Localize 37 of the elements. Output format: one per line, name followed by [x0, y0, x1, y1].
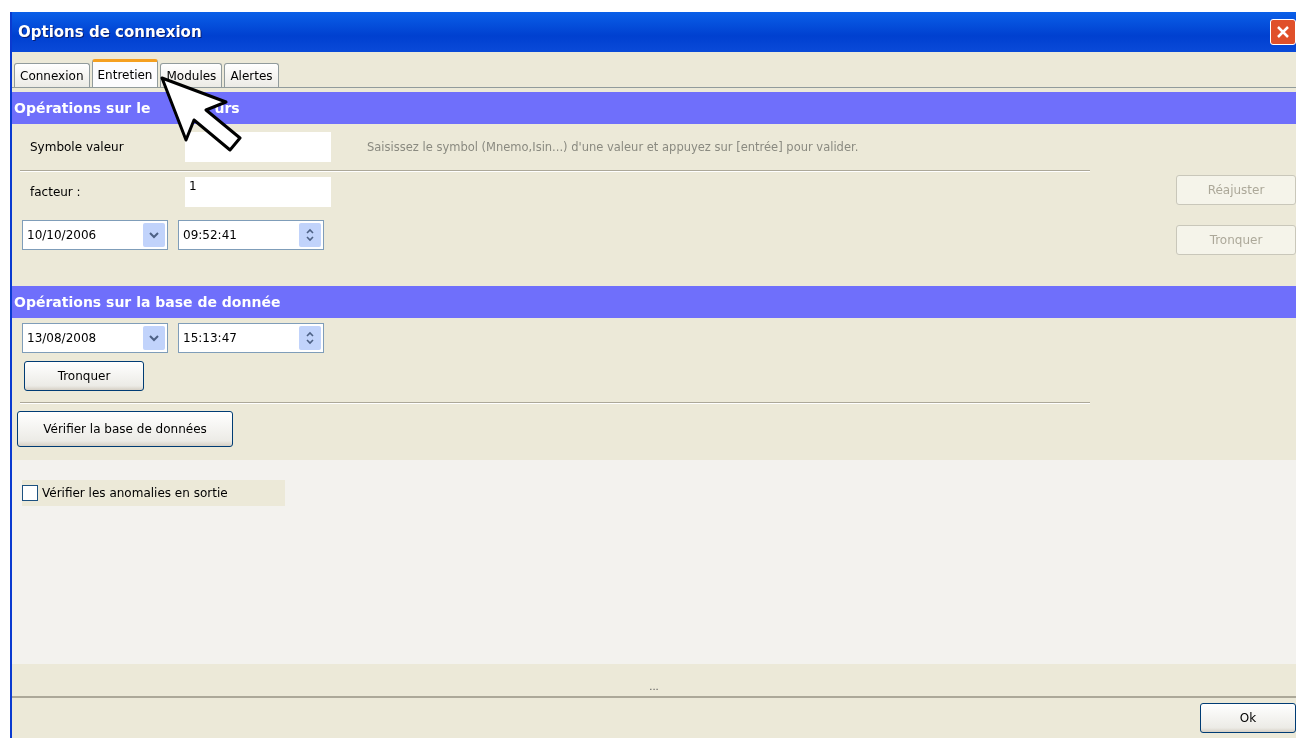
verify-database-button[interactable]: Vérifier la base de données [17, 411, 233, 447]
tab[interactable]: Alertes [224, 63, 279, 87]
date-picker[interactable]: 13/08/2008 [22, 323, 168, 353]
checkbox-label: Vérifier les anomalies en sortie [42, 486, 228, 500]
dropdown-button[interactable] [143, 223, 165, 247]
status-text: ... [649, 681, 659, 692]
factor-input[interactable]: 1 [185, 177, 331, 207]
time-field[interactable]: 15:13:47 [178, 323, 324, 353]
field-label: facteur : [30, 185, 82, 199]
section-title: Opérations sur la base de donnée [14, 294, 281, 310]
section-title: Opérations sur le [14, 100, 151, 116]
ok-button[interactable]: Ok [1200, 703, 1296, 733]
checkbox[interactable] [22, 485, 38, 501]
chevron-down-icon [149, 231, 159, 239]
spin-button[interactable] [299, 223, 321, 247]
date-picker[interactable]: 10/10/2006 [22, 220, 168, 250]
truncate-button[interactable]: Tronquer [24, 361, 144, 391]
hint-text: Saisissez le symbol (Mnemo,Isin...) d'une valeur et appuyez sur [entrée] pour valider. [367, 140, 859, 154]
dropdown-button[interactable] [143, 326, 165, 350]
tab[interactable]: Entretien [91, 59, 159, 87]
date-value: 13/08/2008 [27, 331, 97, 345]
close-button[interactable] [1270, 19, 1296, 45]
up-down-arrows-icon [306, 331, 314, 345]
field-label: Symbole valeur [30, 140, 125, 154]
spin-button[interactable] [299, 326, 321, 350]
up-down-arrows-icon [306, 228, 314, 242]
section-title: urs [214, 100, 240, 116]
close-icon [1276, 25, 1290, 39]
tab[interactable]: Modules [160, 63, 223, 87]
time-value: 09:52:41 [183, 228, 237, 242]
time-field[interactable]: 09:52:41 [178, 220, 324, 250]
time-value: 15:13:47 [183, 331, 237, 345]
symbol-input[interactable] [185, 132, 331, 162]
chevron-down-icon [149, 334, 159, 342]
tab[interactable]: Connexion [14, 63, 90, 87]
date-value: 10/10/2006 [27, 228, 97, 242]
window-title: Options de connexion [18, 23, 202, 41]
